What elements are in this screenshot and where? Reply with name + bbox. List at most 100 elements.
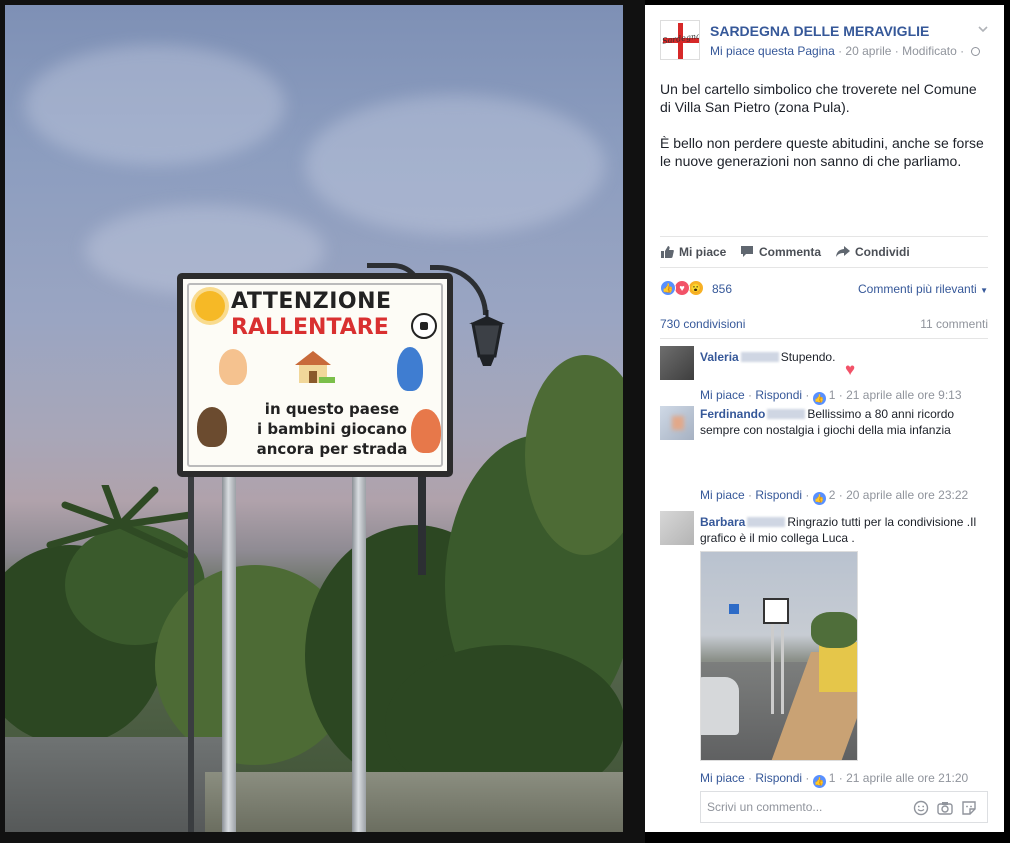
reactions-bar: 👍 ♥ 😮 856 Commenti più rilevanti ▼ xyxy=(660,280,988,300)
comment-timestamp[interactable]: 21 aprile alle ore 21:20 xyxy=(846,771,968,785)
comment: Ferdinando Bellissimo a 80 anni ricordo s… xyxy=(660,406,990,506)
sign-message-line: ancora per strada xyxy=(256,440,408,458)
smiley-icon[interactable] xyxy=(913,800,929,816)
share-button-label: Condividi xyxy=(855,245,910,259)
comment-body: Valeria Stupendo. xyxy=(700,349,988,365)
comment-button-label: Commenta xyxy=(759,245,822,259)
comment-like-link[interactable]: Mi piace xyxy=(700,388,745,402)
comment-sort-label: Commenti più rilevanti xyxy=(858,282,977,296)
palm-tree xyxy=(46,485,194,559)
chevron-down-icon[interactable] xyxy=(976,22,990,36)
comment-body: Ferdinando Bellissimo a 80 anni ricordo s… xyxy=(700,406,988,438)
comment-footer: Mi piace · Rispondi · 👍 2 · 20 aprile all… xyxy=(700,488,969,505)
page-name-link[interactable]: SARDEGNA DELLE MERAVIGLIE xyxy=(710,23,929,39)
child-girl-illustration xyxy=(219,349,247,385)
avatar[interactable] xyxy=(660,511,694,545)
post-photo[interactable]: ATTENZIONE RALLENTARE in questo paese i … xyxy=(5,5,623,832)
photo-car xyxy=(701,677,739,735)
comment-like-link[interactable]: Mi piace xyxy=(700,771,745,785)
camera-icon[interactable] xyxy=(937,800,953,816)
avatar-face xyxy=(672,416,684,430)
sign-pole xyxy=(352,475,366,832)
post-meta: Mi piace questa Pagina · 20 aprile · Mod… xyxy=(710,44,980,58)
post-paragraph: Un bel cartello simbolico che troverete … xyxy=(660,81,977,115)
comment-author[interactable]: Barbara xyxy=(700,515,745,529)
comment-timestamp[interactable]: 21 aprile alle ore 9:13 xyxy=(846,388,961,402)
wall xyxy=(205,772,623,832)
divider xyxy=(660,338,988,339)
comment-text: Stupendo. xyxy=(780,350,836,364)
photo-pole xyxy=(781,624,784,714)
comment-like-count[interactable]: 1 xyxy=(829,771,836,785)
cloud xyxy=(25,45,285,165)
road xyxy=(5,737,235,832)
reactions-count[interactable]: 856 xyxy=(712,282,732,296)
comment-reply-link[interactable]: Rispondi xyxy=(755,388,802,402)
avatar[interactable] xyxy=(660,346,694,380)
sign-title: ATTENZIONE xyxy=(231,289,392,314)
street-lamp xyxy=(469,310,505,366)
comment-like-count[interactable]: 2 xyxy=(829,488,836,502)
globe-icon xyxy=(970,47,980,56)
photo-viewer: ATTENZIONE RALLENTARE in questo paese i … xyxy=(0,0,645,843)
like-reaction-icon[interactable]: 👍 xyxy=(660,280,676,296)
comment-input[interactable] xyxy=(701,792,901,822)
comment-author[interactable]: Valeria xyxy=(700,350,739,364)
love-reaction-icon[interactable]: ♥ xyxy=(674,280,690,296)
photo-pole xyxy=(771,624,774,714)
comments-count-link[interactable]: 11 commenti xyxy=(920,317,988,331)
sign-message: in questo paese i bambini giocano ancora… xyxy=(247,399,417,459)
cloud xyxy=(305,95,605,235)
sun-icon xyxy=(195,291,225,321)
edited-label[interactable]: Modificato xyxy=(902,44,957,58)
caret-down-icon: ▼ xyxy=(980,286,988,295)
sign-message-line: i bambini giocano xyxy=(257,420,407,438)
wow-reaction-icon[interactable]: 😮 xyxy=(688,280,704,296)
photo-crosswalk-sign xyxy=(729,604,739,614)
comment-like-link[interactable]: Mi piace xyxy=(700,488,745,502)
photo-tree xyxy=(811,612,857,648)
meta-separator: · xyxy=(834,44,846,58)
heart-icon: ♥ xyxy=(845,360,856,379)
comment-footer: Mi piace · Rispondi · 👍 1 · 21 aprile all… xyxy=(700,771,969,788)
post-header: Sardegna SARDEGNA DELLE MERAVIGLIE Mi pi… xyxy=(660,20,990,65)
shares-count-link[interactable]: 730 condivisioni xyxy=(660,317,745,331)
comment-body: Barbara Ringrazio tutti per la condivisio… xyxy=(700,514,988,546)
comment-reply-link[interactable]: Rispondi xyxy=(755,488,802,502)
child-teddy-illustration xyxy=(197,407,227,447)
comment-sort-dropdown[interactable]: Commenti più rilevanti ▼ xyxy=(858,282,988,296)
action-bar: Mi piace Commenta Condividi xyxy=(660,236,988,268)
soccer-ball-icon xyxy=(411,313,437,339)
comment-author[interactable]: Ferdinando xyxy=(700,407,765,421)
house-icon xyxy=(295,351,335,383)
comment-like-count[interactable]: 1 xyxy=(829,388,836,402)
page-avatar[interactable]: Sardegna xyxy=(660,20,700,60)
thumbs-up-icon xyxy=(661,246,674,258)
sign-pole xyxy=(222,475,236,832)
child-kicking-illustration xyxy=(397,347,423,391)
comment-composer xyxy=(700,791,988,823)
like-button[interactable]: Mi piace xyxy=(660,245,726,259)
thumbs-up-icon: 👍 xyxy=(812,775,826,788)
comment-footer: Mi piace · Rispondi · 👍 1 · 21 aprile all… xyxy=(700,388,962,405)
comment-attached-photo[interactable] xyxy=(700,551,858,761)
sticker-icon[interactable] xyxy=(961,800,977,816)
redacted-surname xyxy=(740,352,779,362)
share-button[interactable]: Condividi xyxy=(836,245,910,259)
meta-separator: · xyxy=(891,44,903,58)
comment-button[interactable]: Commenta xyxy=(740,245,821,259)
comment-timestamp[interactable]: 20 aprile alle ore 23:22 xyxy=(846,488,968,502)
post-sidebar: Sardegna SARDEGNA DELLE MERAVIGLIE Mi pi… xyxy=(645,5,1004,832)
photo-yellow-wall xyxy=(819,642,857,692)
comment-icon xyxy=(741,246,753,257)
avatar[interactable] xyxy=(660,406,694,440)
road-sign: ATTENZIONE RALLENTARE in questo paese i … xyxy=(177,273,453,477)
thumbs-up-icon: 👍 xyxy=(812,492,826,505)
post-paragraph: È bello non perdere queste abitudini, an… xyxy=(660,135,984,169)
post-date[interactable]: 20 aprile xyxy=(845,44,891,58)
comment-reply-link[interactable]: Rispondi xyxy=(755,771,802,785)
like-page-link[interactable]: Mi piace questa Pagina xyxy=(710,44,835,58)
sign-message-line: in questo paese xyxy=(264,400,400,418)
sign-pole-back xyxy=(188,475,194,832)
thumbs-up-icon: 👍 xyxy=(812,392,826,405)
